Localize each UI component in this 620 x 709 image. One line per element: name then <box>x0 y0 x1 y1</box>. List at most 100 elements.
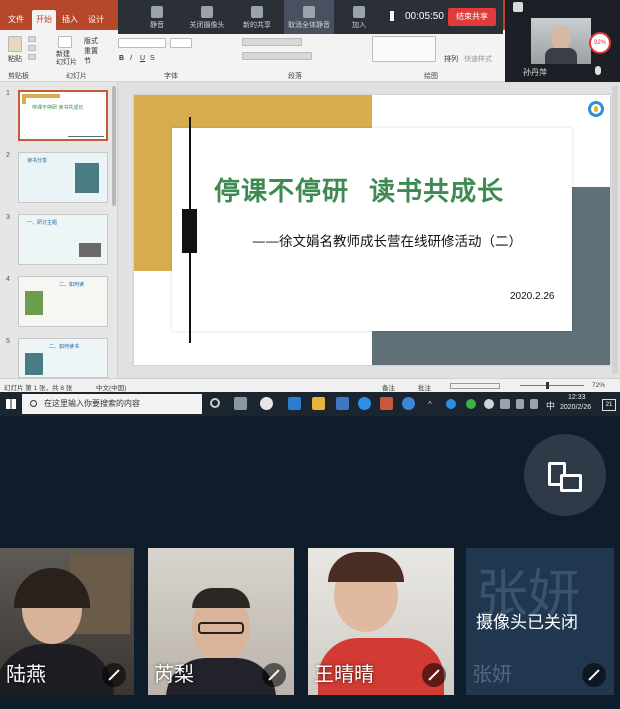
tab-insert[interactable]: 插入 <box>58 10 82 30</box>
chevron-up-icon[interactable]: ^ <box>428 400 432 409</box>
align-icon[interactable] <box>242 52 312 60</box>
group-drawing: 绘图 <box>424 73 438 80</box>
unmute-all-button[interactable]: 取消全体静音 <box>284 0 334 34</box>
notification-badge[interactable]: 21 <box>602 399 616 411</box>
pause-icon[interactable] <box>390 11 394 21</box>
bold-icon[interactable]: B <box>119 55 124 62</box>
new-slide-button[interactable]: 新建 幻灯片 <box>56 51 77 67</box>
unmute-all-label: 取消全体静音 <box>288 22 330 29</box>
user-icon[interactable] <box>513 2 523 12</box>
new-share-button[interactable]: 新的共享 <box>234 0 280 34</box>
tab-file[interactable]: 文件 <box>4 10 28 30</box>
participant-tile-3[interactable]: 王晴晴 <box>308 548 454 695</box>
camera-off-text: 摄像头已关闭 <box>476 613 578 632</box>
zoom-slider[interactable] <box>520 385 584 386</box>
thumbs-scrollbar[interactable] <box>112 86 116 206</box>
cloud-icon[interactable] <box>484 399 494 409</box>
copy-icon[interactable] <box>28 45 36 51</box>
meeting-app-icon[interactable] <box>358 397 371 410</box>
windows-start-icon[interactable] <box>6 399 16 409</box>
chat-app-icon[interactable] <box>402 397 415 410</box>
thumb-number: 5 <box>6 338 10 345</box>
mic-off-icon <box>422 663 446 687</box>
network-icon[interactable] <box>516 399 524 409</box>
shadow-icon[interactable]: S <box>150 55 155 62</box>
tray-green-icon[interactable] <box>466 399 476 409</box>
meeting-timer: 00:05:50 <box>405 11 444 22</box>
font-name-select[interactable] <box>118 38 166 48</box>
reset-button[interactable]: 重置 <box>84 46 98 56</box>
tab-home[interactable]: 开始 <box>32 10 56 30</box>
self-video <box>531 18 591 64</box>
layout-button[interactable]: 版式 <box>84 36 98 46</box>
view-buttons[interactable] <box>450 383 500 389</box>
participant-tile-4[interactable]: 张妍 摄像头已关闭 张妍 <box>466 548 614 695</box>
camera-off-button[interactable]: 关闭摄像头 <box>184 0 230 34</box>
task-view-icon[interactable] <box>234 397 247 410</box>
current-slide[interactable]: 停课不停研 读书共成长 ——徐文娟名教师成长营在线研修活动（二） 2020.2.… <box>134 95 610 365</box>
face-shape <box>551 26 571 50</box>
new-slide-icon[interactable] <box>58 36 72 48</box>
switch-view-button[interactable] <box>524 434 606 516</box>
thumb-book-image <box>75 163 99 193</box>
quick-styles-button[interactable]: 快速样式 <box>464 54 492 64</box>
thumb-title: 读书分享 <box>27 158 48 164</box>
clock-time[interactable]: 12:33 <box>568 394 586 401</box>
section-button[interactable]: 节 <box>84 56 91 66</box>
cortana-icon[interactable] <box>210 398 220 408</box>
logo-icon <box>588 101 604 117</box>
group-icon <box>303 6 315 18</box>
thumb-slide-2[interactable]: 读书分享 <box>18 152 108 203</box>
tray-app-icon[interactable] <box>446 399 456 409</box>
font-size-select[interactable] <box>170 38 192 48</box>
mute-button[interactable]: 静音 <box>134 0 180 34</box>
invite-label: 加入 <box>352 22 366 29</box>
invite-button[interactable]: 加入 <box>336 0 382 34</box>
arrange-button[interactable]: 排列 <box>444 54 458 64</box>
participant-tile-1[interactable]: 陆燕 <box>0 548 134 695</box>
self-mic-icon <box>595 66 601 75</box>
end-share-button[interactable]: 结束共享 <box>448 8 496 26</box>
app-window-icon[interactable] <box>336 397 349 410</box>
cut-icon[interactable] <box>28 36 36 42</box>
shapes-gallery[interactable] <box>372 36 436 62</box>
mic-off-icon <box>262 663 286 687</box>
bullets-icon[interactable] <box>242 38 302 46</box>
format-painter-icon[interactable] <box>28 54 36 60</box>
taskbar-search[interactable]: 在这里输入你要搜索的内容 <box>22 394 202 414</box>
comments-button[interactable]: 批注 <box>418 382 431 392</box>
glasses-shape <box>198 622 244 634</box>
zoom-level[interactable]: 72% <box>592 382 605 389</box>
notes-button[interactable]: 备注 <box>382 382 395 392</box>
clock-date[interactable]: 2020/2/26 <box>560 404 591 411</box>
paste-icon[interactable] <box>8 36 22 52</box>
slides-panel[interactable]: 1 停课不停研 读书共成长 2 读书分享 3 一、研讨主题 4 二、如何读 5 <box>0 82 118 378</box>
italic-icon[interactable]: I <box>130 55 132 62</box>
thumb-slide-5[interactable]: 二、如何读书 <box>18 338 108 378</box>
thumb-slide-1[interactable]: 停课不停研 读书共成长 <box>18 90 108 141</box>
slide-date: 2020.2.26 <box>510 291 555 302</box>
edge-browser-icon[interactable] <box>288 397 301 410</box>
language-status[interactable]: 中文(中国) <box>96 382 126 392</box>
camera-off-label: 关闭摄像头 <box>189 22 225 29</box>
powerpoint-icon[interactable] <box>380 397 393 410</box>
thumb-photo <box>79 243 101 257</box>
zoom-thumb[interactable] <box>546 382 549 389</box>
switch-screen-icon-2 <box>560 474 582 492</box>
thumb-slide-4[interactable]: 二、如何读 <box>18 276 108 327</box>
fan-app-icon[interactable] <box>260 397 273 410</box>
battery-tray-icon[interactable] <box>500 399 510 409</box>
body-shape <box>545 48 577 64</box>
underline-icon[interactable]: U <box>140 55 145 62</box>
editor-scrollbar[interactable] <box>612 86 618 374</box>
paste-button[interactable]: 粘贴 <box>8 54 22 64</box>
group-slides: 幻灯片 <box>66 73 87 80</box>
slide-subtitle: ——徐文娟名教师成长营在线研修活动（二） <box>252 234 522 250</box>
file-explorer-icon[interactable] <box>312 397 325 410</box>
ime-indicator[interactable]: 中 <box>546 399 555 412</box>
participant-tile-2[interactable]: 芮梨 <box>148 548 294 695</box>
thumb-slide-3[interactable]: 一、研讨主题 <box>18 214 108 265</box>
volume-icon[interactable] <box>530 399 538 409</box>
tab-design[interactable]: 设计 <box>84 10 108 30</box>
thumb-title: 一、研讨主题 <box>27 220 58 226</box>
